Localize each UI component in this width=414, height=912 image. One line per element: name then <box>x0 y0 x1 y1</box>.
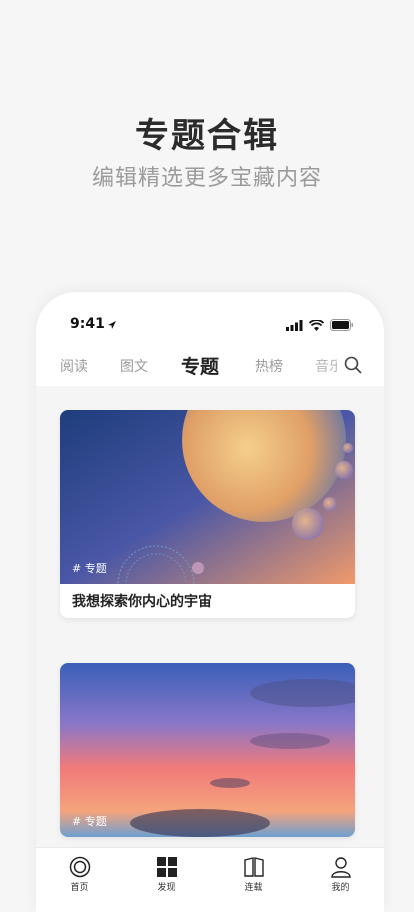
tabbar-item-serial[interactable]: 连载 <box>210 848 297 912</box>
search-icon[interactable] <box>344 356 362 374</box>
cellular-signal-icon <box>286 319 303 331</box>
tabbar-label: 发现 <box>157 883 176 893</box>
tab-music[interactable]: 音乐 <box>315 356 337 376</box>
tabbar-item-discover[interactable]: 发现 <box>123 848 210 912</box>
book-icon <box>243 857 264 877</box>
topic-feed: # 专题 我想探索你内心的宇宙 # 专题 <box>36 386 384 912</box>
card-cover-image: # 专题 <box>60 663 355 837</box>
topic-card[interactable]: # 专题 我想探索你内心的宇宙 <box>60 410 355 618</box>
status-bar: 9:41 <box>36 308 384 338</box>
tabbar-label: 连载 <box>244 883 263 893</box>
battery-icon <box>330 319 353 331</box>
tab-hot-list[interactable]: 热榜 <box>255 356 283 376</box>
grid-icon <box>156 857 177 877</box>
wifi-icon <box>309 319 324 331</box>
tab-topics[interactable]: 专题 <box>181 352 219 379</box>
tab-graphic[interactable]: 图文 <box>120 356 148 376</box>
status-time: 9:41 <box>70 316 105 332</box>
topic-card[interactable]: # 专题 <box>60 663 355 837</box>
hero-subtitle: 编辑精选更多宝藏内容 <box>91 166 322 191</box>
tabbar-label: 首页 <box>70 883 89 893</box>
tabbar-item-home[interactable]: 首页 <box>36 848 123 912</box>
card-cover-image: # 专题 <box>60 410 355 584</box>
home-ring-icon <box>69 856 90 878</box>
card-tag: # 专题 <box>72 815 107 828</box>
location-arrow-icon <box>108 321 116 329</box>
bottom-tab-bar: 首页 发现 连载 我的 <box>36 847 384 912</box>
hero-title: 专题合辑 <box>135 116 279 156</box>
phone-frame: 9:41 阅读 图文 专题 热榜 音乐 # 专题 我想探索你内心的宇宙 # 专题… <box>36 292 384 912</box>
tabbar-label: 我的 <box>331 883 350 893</box>
tab-reading[interactable]: 阅读 <box>60 356 88 376</box>
user-icon <box>330 857 351 878</box>
card-tag: # 专题 <box>72 562 107 575</box>
category-tabs: 阅读 图文 专题 热榜 音乐 <box>36 344 384 387</box>
tabbar-item-profile[interactable]: 我的 <box>297 848 384 912</box>
card-title: 我想探索你内心的宇宙 <box>72 594 212 610</box>
